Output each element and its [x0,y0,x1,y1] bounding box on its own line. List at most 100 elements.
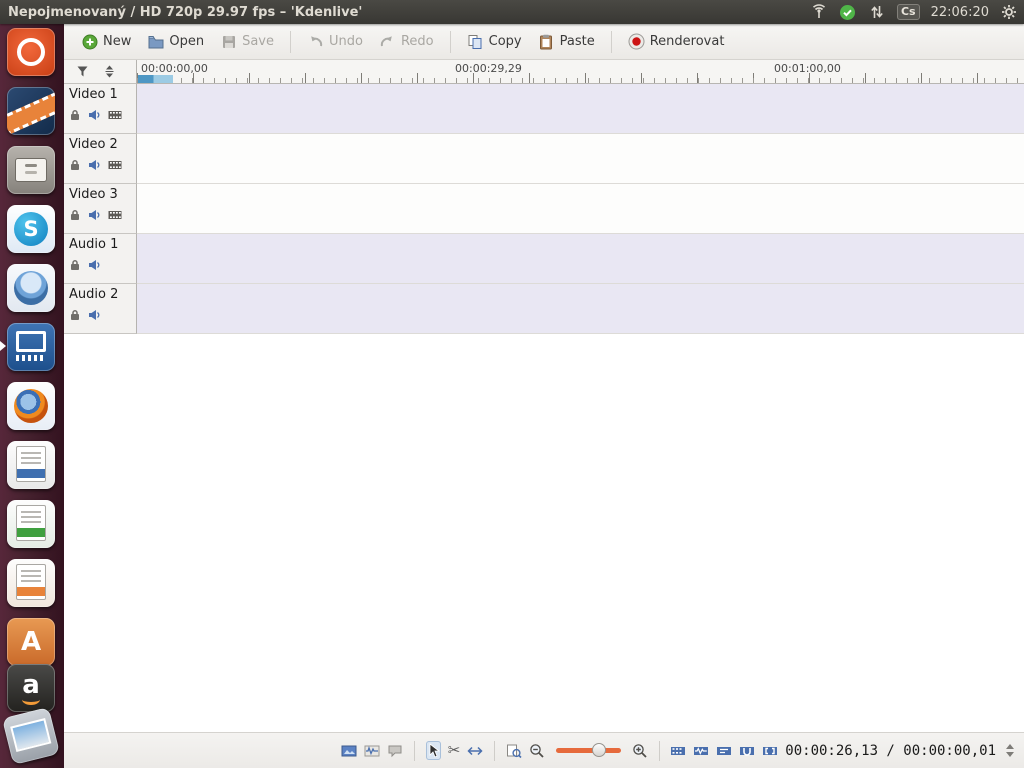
network-icon[interactable] [810,3,828,21]
copy-button[interactable]: Copy [460,29,529,54]
running-app-indicator [0,341,6,351]
amazon-icon: a [14,668,48,702]
expand-tracks-icon[interactable] [103,65,116,78]
lock-icon[interactable] [69,109,81,121]
speaker-icon[interactable] [88,209,101,221]
speaker-icon[interactable] [88,259,101,271]
spacer-tool-icon[interactable] [467,741,483,760]
timeline-track-audio1[interactable] [137,234,1024,284]
snap-toggle-icon[interactable] [739,741,755,760]
timeline-zone-bar[interactable] [138,75,173,83]
undo-button[interactable]: Undo [300,29,370,54]
save-button[interactable]: Save [213,29,281,54]
track-name: Audio 2 [69,287,131,302]
filmstrip-icon[interactable] [108,209,122,221]
video-thumbnails-icon[interactable] [341,741,357,760]
timecode-spinner[interactable] [1006,740,1014,761]
impress-presentation-icon [16,564,46,600]
track-row-audio1: Audio 1 [64,234,1024,284]
launcher-workspace-switcher[interactable] [2,707,60,765]
open-button-label: Open [169,34,204,49]
track-name: Audio 1 [69,237,131,252]
launcher-libreoffice-impress[interactable] [7,559,55,607]
spin-down-icon[interactable] [1006,752,1014,761]
audio-thumbnails-toggle-icon[interactable] [693,741,709,760]
session-menu-gear-icon[interactable] [1000,3,1018,21]
calc-spreadsheet-icon [16,505,46,541]
selection-tool-icon[interactable] [426,741,441,760]
track-row-video3: Video 3 [64,184,1024,234]
audio-thumbnails-icon[interactable] [364,741,380,760]
launcher-libreoffice-calc[interactable] [7,500,55,548]
zoom-in-icon[interactable] [632,741,648,760]
lock-icon[interactable] [69,159,81,171]
launcher-firefox[interactable] [7,382,55,430]
keyboard-layout-badge[interactable]: Cs [897,4,920,20]
marker-comments-toggle-icon[interactable] [716,741,732,760]
lock-icon[interactable] [69,209,81,221]
launcher-software-center[interactable]: A [7,618,55,666]
copy-button-label: Copy [489,34,522,49]
track-header-audio1: Audio 1 [64,234,137,284]
new-button-label: New [103,34,131,49]
document-open-icon [147,33,164,50]
sync-arrows-icon[interactable] [868,3,886,21]
timeline-corner [64,60,137,84]
skype-icon: S [14,212,48,246]
track-name: Video 1 [69,87,131,102]
timeline-track-video1[interactable] [137,84,1024,134]
toolbar-separator [611,31,612,53]
redo-button[interactable]: Redo [372,29,441,54]
track-row-audio2: Audio 2 [64,284,1024,334]
track-header-audio2: Audio 2 [64,284,137,334]
zone-toggle-icon[interactable] [762,741,778,760]
panel-clock[interactable]: 22:06:20 [931,5,989,20]
launcher-skype[interactable]: S [7,205,55,253]
launcher-ubuntu-dash[interactable] [7,28,55,76]
render-icon [628,33,645,50]
zoom-fit-icon[interactable] [506,741,522,760]
kdenlive-film-icon [16,355,46,361]
firefox-icon [14,389,48,423]
timecode-display[interactable]: 00:00:26,13 / 00:00:00,01 [785,743,996,759]
paste-button[interactable]: Paste [531,29,602,54]
filter-icon[interactable] [76,65,89,78]
launcher-kdenlive[interactable] [7,323,55,371]
speaker-icon[interactable] [88,109,101,121]
filmstrip-icon[interactable] [108,109,122,121]
updates-ready-icon[interactable] [839,3,857,21]
lock-icon[interactable] [69,259,81,271]
zoom-out-icon[interactable] [529,741,545,760]
zoom-slider[interactable] [556,748,621,753]
launcher-chromium[interactable] [7,264,55,312]
razor-tool-icon[interactable]: ✂ [448,741,461,760]
timeline-track-audio2[interactable] [137,284,1024,334]
speaker-icon[interactable] [88,159,101,171]
zoom-slider-handle[interactable] [592,743,606,757]
new-button[interactable]: New [74,29,138,54]
timeline-track-video3[interactable] [137,184,1024,234]
lock-icon[interactable] [69,309,81,321]
timeline-track-video2[interactable] [137,134,1024,184]
marker-comments-icon[interactable] [387,741,403,760]
timeline-ruler[interactable]: 00:00:00,00 00:00:29,29 00:01:00,00 [137,60,1024,84]
filmstrip-icon[interactable] [108,159,122,171]
launcher-file-manager[interactable] [7,146,55,194]
launcher-amazon[interactable]: a [7,664,55,712]
launcher-libreoffice-writer[interactable] [7,441,55,489]
writer-document-icon [16,446,46,482]
video-thumbnails-toggle-icon[interactable] [670,741,686,760]
save-button-label: Save [242,34,274,49]
spin-up-icon[interactable] [1006,740,1014,749]
ubuntu-logo-icon [17,38,45,66]
software-center-icon: A [14,625,48,659]
kdenlive-window: New Open Save Undo Redo [64,24,1024,768]
launcher-video-editor[interactable] [7,87,55,135]
render-button[interactable]: Renderovat [621,29,732,54]
track-name: Video 3 [69,187,131,202]
kdenlive-monitor-icon [16,331,46,352]
ruler-minor-ticks [137,78,1024,83]
paste-button-label: Paste [560,34,595,49]
speaker-icon[interactable] [88,309,101,321]
open-button[interactable]: Open [140,29,211,54]
